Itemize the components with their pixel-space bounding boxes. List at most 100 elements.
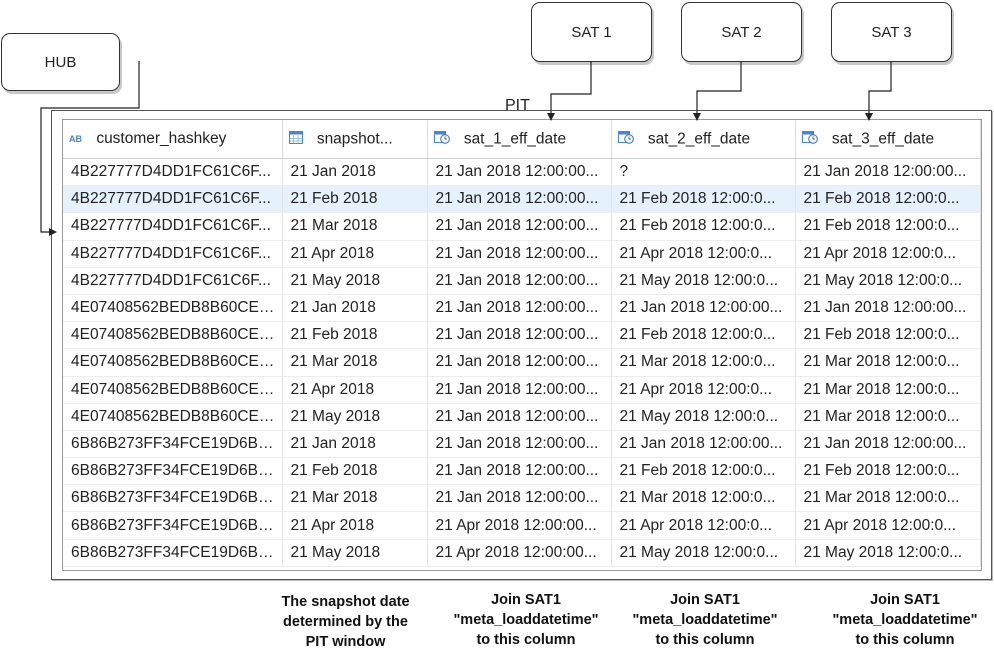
customer-hashkey-cell[interactable]: 4B227777D4DD1FC61C6F... xyxy=(63,240,283,268)
snapshot-date-cell[interactable]: 21 Feb 2018 xyxy=(282,457,428,486)
sat-3-eff-date-cell[interactable]: 21 Feb 2018 12:00:0... xyxy=(795,212,981,241)
customer-hashkey-cell[interactable]: 4E07408562BEDB8B60CE0... xyxy=(63,403,283,431)
sat-1-eff-date-cell[interactable]: 21 Apr 2018 12:00:00... xyxy=(427,539,612,567)
sat-1-eff-date-cell[interactable]: 21 Jan 2018 12:00:00... xyxy=(427,348,612,377)
table-row[interactable]: 4E07408562BEDB8B60CE0... 21 Jan 2018 21 Ja… xyxy=(63,294,981,323)
sat-2-eff-date-cell[interactable]: 21 May 2018 12:00:0... xyxy=(611,267,796,295)
sat-3-eff-date-cell[interactable]: 21 Feb 2018 12:00:0... xyxy=(795,321,981,350)
sat-3-eff-date-cell[interactable]: 21 Apr 2018 12:00:0... xyxy=(795,240,981,268)
sat-3-eff-date-cell[interactable]: 21 Feb 2018 12:00:0... xyxy=(795,457,981,486)
customer-hashkey-cell[interactable]: 6B86B273FF34FCE19D6B8... xyxy=(63,484,283,513)
sat-3-eff-date-cell[interactable]: 21 Jan 2018 12:00:00... xyxy=(795,430,981,459)
sat-1-eff-date-cell[interactable]: 21 Jan 2018 12:00:00... xyxy=(427,376,612,404)
snapshot-date-cell[interactable]: 21 Jan 2018 xyxy=(282,430,428,459)
customer-hashkey-cell[interactable]: 6B86B273FF34FCE19D6B8... xyxy=(63,457,283,486)
calendar-icon xyxy=(288,130,303,149)
sat-1-eff-date-cell[interactable]: 21 Apr 2018 12:00:00... xyxy=(427,511,612,540)
sat-2-eff-date-cell[interactable]: 21 Apr 2018 12:00:0... xyxy=(611,240,796,268)
snapshot-date-cell[interactable]: 21 Apr 2018 xyxy=(282,511,428,540)
sat-1-eff-date-cell[interactable]: 21 Jan 2018 12:00:00... xyxy=(427,212,612,241)
table-row[interactable]: 4E07408562BEDB8B60CE0... 21 May 2018 21 Ja… xyxy=(63,403,981,431)
snapshot-date-cell[interactable]: 21 Jan 2018 xyxy=(282,158,428,187)
table-row[interactable]: 6B86B273FF34FCE19D6B8... 21 May 2018 21 Ap… xyxy=(63,539,981,567)
column-header-sat-1-eff-date[interactable]: sat_1_eff_date xyxy=(427,120,612,159)
customer-hashkey-cell[interactable]: 4E07408562BEDB8B60CE0... xyxy=(63,321,283,350)
sat-2-eff-date-cell[interactable]: 21 May 2018 12:00:0... xyxy=(611,539,796,567)
sat-3-eff-date-cell[interactable]: 21 May 2018 12:00:0... xyxy=(795,267,981,295)
table-row[interactable]: 4B227777D4DD1FC61C6F... 21 Apr 2018 21 Jan… xyxy=(63,240,981,268)
sat-1-eff-date-cell[interactable]: 21 Jan 2018 12:00:00... xyxy=(427,158,612,187)
table-row[interactable]: 6B86B273FF34FCE19D6B8... 21 Apr 2018 21 Ap… xyxy=(63,511,981,540)
table-row[interactable]: 4E07408562BEDB8B60CE0... 21 Apr 2018 21 Ja… xyxy=(63,376,981,404)
customer-hashkey-cell[interactable]: 6B86B273FF34FCE19D6B8... xyxy=(63,539,283,567)
sat-2-eff-date-cell[interactable]: 21 Feb 2018 12:00:0... xyxy=(611,321,796,350)
customer-hashkey-cell[interactable]: 4E07408562BEDB8B60CE0... xyxy=(63,348,283,377)
column-header-sat-3-eff-date[interactable]: sat_3_eff_date xyxy=(795,120,981,159)
table-row[interactable]: 4E07408562BEDB8B60CE0... 21 Feb 2018 21 Ja… xyxy=(63,321,981,350)
table-row[interactable]: 6B86B273FF34FCE19D6B8... 21 Feb 2018 21 Ja… xyxy=(63,457,981,486)
snapshot-date-cell[interactable]: 21 Mar 2018 xyxy=(282,348,428,377)
column-header-snapshot[interactable]: snapshot... xyxy=(282,120,428,159)
customer-hashkey-cell[interactable]: 4E07408562BEDB8B60CE0... xyxy=(63,294,283,323)
table-row[interactable]: 4B227777D4DD1FC61C6F... 21 Jan 2018 21 Jan… xyxy=(63,158,981,187)
sat-2-eff-date-cell[interactable]: 21 Feb 2018 12:00:0... xyxy=(611,185,796,214)
sat-2-eff-date-cell[interactable]: 21 Feb 2018 12:00:0... xyxy=(611,212,796,241)
sat-3-eff-date-cell[interactable]: 21 Mar 2018 12:00:0... xyxy=(795,348,981,377)
sat-2-eff-date-cell[interactable]: 21 Apr 2018 12:00:0... xyxy=(611,376,796,404)
sat-2-eff-date-cell[interactable]: 21 Feb 2018 12:00:0... xyxy=(611,457,796,486)
snapshot-date-cell[interactable]: 21 Feb 2018 xyxy=(282,321,428,350)
sat-2-eff-date-cell[interactable]: ? xyxy=(611,158,796,187)
sat-3-eff-date-cell[interactable]: 21 Feb 2018 12:00:0... xyxy=(795,185,981,214)
sat-1-eff-date-cell[interactable]: 21 Jan 2018 12:00:00... xyxy=(427,185,612,214)
sat-3-eff-date-cell[interactable]: 21 Jan 2018 12:00:00... xyxy=(795,294,981,323)
pit-data-grid[interactable]: AB customer_hashkey snapshot... sat_1_ef… xyxy=(62,119,982,571)
sat-2-eff-date-cell[interactable]: 21 Jan 2018 12:00:00... xyxy=(611,294,796,323)
sat-1-eff-date-cell[interactable]: 21 Jan 2018 12:00:00... xyxy=(427,457,612,486)
customer-hashkey-cell[interactable]: 6B86B273FF34FCE19D6B8... xyxy=(63,511,283,540)
table-row[interactable]: 4B227777D4DD1FC61C6F... 21 May 2018 21 Jan… xyxy=(63,267,981,295)
customer-hashkey-cell[interactable]: 4B227777D4DD1FC61C6F... xyxy=(63,185,283,214)
sat-3-eff-date-cell[interactable]: 21 Mar 2018 12:00:0... xyxy=(795,403,981,431)
snapshot-date-cell[interactable]: 21 Apr 2018 xyxy=(282,240,428,268)
sat-1-eff-date-cell[interactable]: 21 Jan 2018 12:00:00... xyxy=(427,294,612,323)
table-row[interactable]: 4B227777D4DD1FC61C6F... 21 Feb 2018 21 Jan… xyxy=(63,185,981,214)
sat-1-eff-date-cell[interactable]: 21 Jan 2018 12:00:00... xyxy=(427,430,612,459)
column-header-sat-2-eff-date[interactable]: sat_2_eff_date xyxy=(611,120,796,159)
sat-3-eff-date-cell[interactable]: 21 Jan 2018 12:00:00... xyxy=(795,158,981,187)
table-row[interactable]: 6B86B273FF34FCE19D6B8... 21 Jan 2018 21 Ja… xyxy=(63,430,981,459)
snapshot-date-cell[interactable]: 21 Jan 2018 xyxy=(282,294,428,323)
sat-1-eff-date-cell[interactable]: 21 Jan 2018 12:00:00... xyxy=(427,484,612,513)
note-line: The snapshot date xyxy=(281,594,410,610)
sat-3-eff-date-cell[interactable]: 21 Apr 2018 12:00:0... xyxy=(795,511,981,540)
column-header-label: snapshot... xyxy=(316,130,393,147)
note-line: Join SAT1 xyxy=(491,592,561,608)
sat-2-eff-date-cell[interactable]: 21 Apr 2018 12:00:0... xyxy=(611,511,796,540)
sat-1-eff-date-cell[interactable]: 21 Jan 2018 12:00:00... xyxy=(427,321,612,350)
table-row[interactable]: 6B86B273FF34FCE19D6B8... 21 Mar 2018 21 Ja… xyxy=(63,484,981,513)
sat-1-eff-date-cell[interactable]: 21 Jan 2018 12:00:00... xyxy=(427,267,612,295)
table-row[interactable]: 4B227777D4DD1FC61C6F... 21 Mar 2018 21 Jan… xyxy=(63,212,981,241)
customer-hashkey-cell[interactable]: 4B227777D4DD1FC61C6F... xyxy=(63,158,283,187)
sat-3-eff-date-cell[interactable]: 21 May 2018 12:00:0... xyxy=(795,539,981,567)
sat-1-eff-date-cell[interactable]: 21 Jan 2018 12:00:00... xyxy=(427,240,612,268)
table-row[interactable]: 4E07408562BEDB8B60CE0... 21 Mar 2018 21 Ja… xyxy=(63,348,981,377)
snapshot-date-cell[interactable]: 21 Apr 2018 xyxy=(282,376,428,404)
snapshot-date-cell[interactable]: 21 Mar 2018 xyxy=(282,484,428,513)
sat-2-eff-date-cell[interactable]: 21 May 2018 12:00:0... xyxy=(611,403,796,431)
sat-2-eff-date-cell[interactable]: 21 Mar 2018 12:00:0... xyxy=(611,348,796,377)
snapshot-date-cell[interactable]: 21 Mar 2018 xyxy=(282,212,428,241)
snapshot-date-cell[interactable]: 21 May 2018 xyxy=(282,403,428,431)
snapshot-date-cell[interactable]: 21 Feb 2018 xyxy=(282,185,428,214)
sat-2-eff-date-cell[interactable]: 21 Jan 2018 12:00:00... xyxy=(611,430,796,459)
sat-3-eff-date-cell[interactable]: 21 Mar 2018 12:00:0... xyxy=(795,376,981,404)
column-header-customer-hashkey[interactable]: AB customer_hashkey xyxy=(63,120,283,159)
customer-hashkey-cell[interactable]: 4B227777D4DD1FC61C6F... xyxy=(63,267,283,295)
snapshot-date-cell[interactable]: 21 May 2018 xyxy=(282,539,428,567)
customer-hashkey-cell[interactable]: 4B227777D4DD1FC61C6F... xyxy=(63,212,283,241)
customer-hashkey-cell[interactable]: 4E07408562BEDB8B60CE0... xyxy=(63,376,283,404)
sat-2-eff-date-cell[interactable]: 21 Mar 2018 12:00:0... xyxy=(611,484,796,513)
sat-3-eff-date-cell[interactable]: 21 Mar 2018 12:00:0... xyxy=(795,484,981,513)
snapshot-date-cell[interactable]: 21 May 2018 xyxy=(282,267,428,295)
sat-1-eff-date-cell[interactable]: 21 Jan 2018 12:00:00... xyxy=(427,403,612,431)
customer-hashkey-cell[interactable]: 6B86B273FF34FCE19D6B8... xyxy=(63,430,283,459)
